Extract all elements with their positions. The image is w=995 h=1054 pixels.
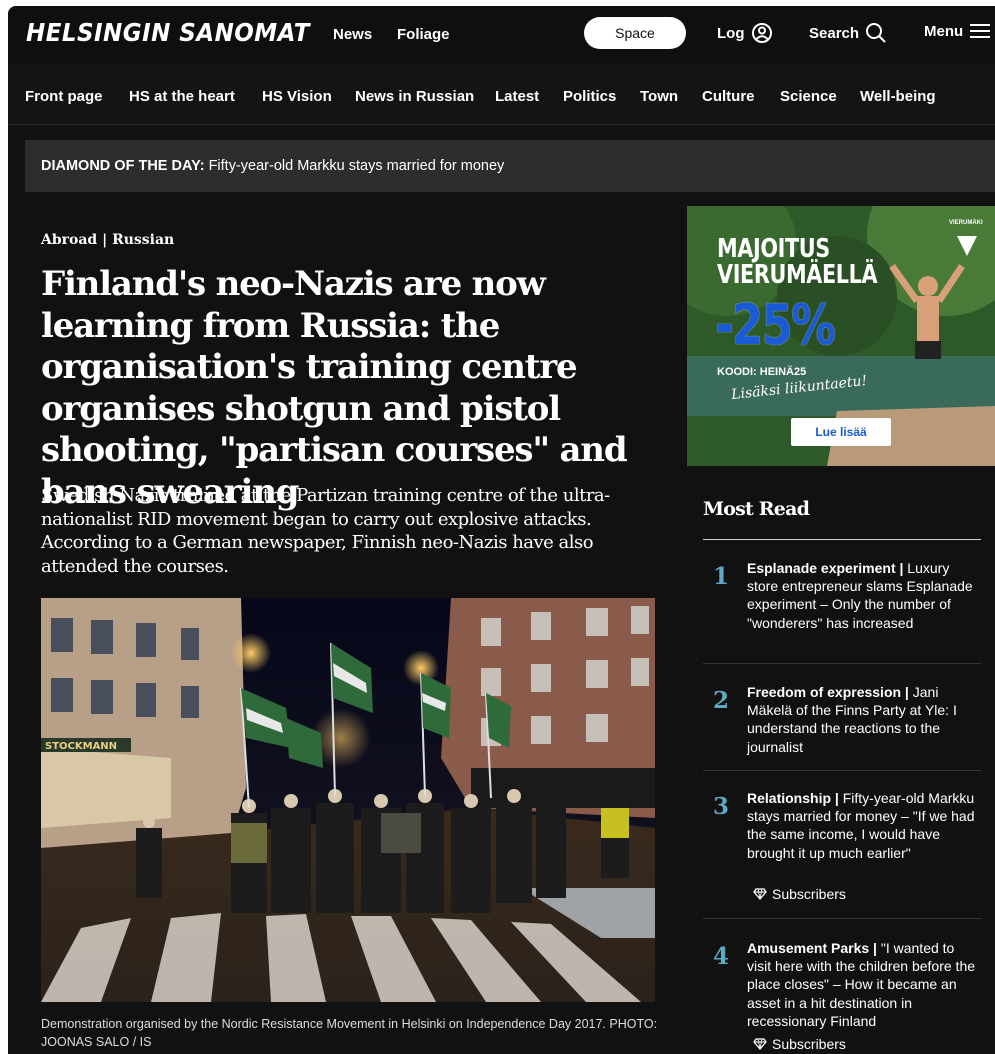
diamond-label: DIAMOND OF THE DAY:: [41, 158, 205, 174]
ad-title: MAJOITUS VIERUMÄELLÄ: [717, 234, 878, 290]
most-read-category: Freedom of expression |: [747, 684, 909, 700]
diamond-of-the-day-bar[interactable]: DIAMOND OF THE DAY: Fifty-year-old Markk…: [25, 140, 995, 192]
subscribers-label: Subscribers: [772, 1036, 846, 1052]
menu-label: Menu: [924, 22, 964, 40]
search-button[interactable]: Search: [809, 22, 887, 44]
ad-title-line-2: VIERUMÄELLÄ: [717, 260, 878, 290]
section-nav: Front page HS at the heart HS Vision New…: [8, 64, 995, 125]
most-read-rank: 2: [713, 687, 730, 714]
subscribers-badge: Subscribers: [753, 886, 846, 902]
most-read-rank: 3: [713, 793, 730, 820]
section-news-in-russian[interactable]: News in Russian: [355, 88, 474, 105]
ad-brand: VIERUMÄKI: [949, 220, 983, 226]
photo-caption: Demonstration organised by the Nordic Re…: [41, 1017, 658, 1049]
ad-code: KOODI: HEINÄ25: [717, 366, 807, 378]
most-read-category: Amusement Parks |: [747, 940, 877, 956]
hamburger-icon: [970, 24, 991, 38]
most-read-separator: [703, 918, 981, 919]
most-read-text: Freedom of expression | Jani Mäkelä of t…: [747, 683, 979, 756]
top-header: HELSINGIN SANOMAT News Foliage Space Log…: [8, 6, 995, 64]
search-label: Search: [809, 24, 860, 42]
most-read-rank: 1: [713, 563, 730, 590]
svg-text:STOCKMANN: STOCKMANN: [45, 741, 117, 752]
article-kicker[interactable]: Abroad | Russian: [41, 232, 174, 248]
most-read-separator: [703, 770, 981, 771]
most-read-category: Relationship |: [747, 790, 839, 806]
page-frame: HELSINGIN SANOMAT News Foliage Space Log…: [8, 6, 995, 1054]
search-icon: [866, 23, 886, 43]
diamond-icon: [753, 888, 767, 900]
menu-button[interactable]: Menu: [924, 22, 991, 40]
most-read-title: Most Read: [703, 498, 810, 520]
section-hs-at-the-heart[interactable]: HS at the heart: [129, 88, 235, 105]
most-read-text: Relationship | Fifty-year-old Markku sta…: [747, 789, 979, 862]
diamond-icon: [753, 1038, 767, 1050]
most-read-text: Esplanade experiment | Luxury store entr…: [747, 559, 979, 632]
article-headline: Finland's neo-Nazis are now learning fro…: [41, 264, 628, 512]
section-hs-vision[interactable]: HS Vision: [262, 88, 332, 105]
space-button[interactable]: Space: [584, 17, 686, 49]
most-read-separator: [703, 663, 981, 664]
section-town[interactable]: Town: [640, 88, 678, 105]
subscribers-badge: Subscribers: [753, 1036, 846, 1052]
most-read-category: Esplanade experiment |: [747, 560, 904, 576]
section-science[interactable]: Science: [780, 88, 837, 105]
section-latest[interactable]: Latest: [495, 88, 539, 105]
section-well-being[interactable]: Well-being: [860, 88, 936, 105]
diamond-text: Fifty-year-old Markku stays married for …: [208, 158, 505, 174]
nav-link-foliage[interactable]: Foliage: [397, 26, 450, 43]
most-read-text: Amusement Parks | "I wanted to visit her…: [747, 939, 979, 1030]
user-icon: [751, 23, 772, 43]
ad-discount: -25%: [715, 293, 836, 358]
site-logo[interactable]: HELSINGIN SANOMAT: [26, 18, 310, 47]
section-politics[interactable]: Politics: [563, 88, 616, 105]
demonstration-photo-illustration: STOCKMANN: [41, 598, 655, 1002]
advertisement-banner[interactable]: VIERUMÄKI MAJOITUS VIERUMÄELLÄ -25% KOOD…: [687, 206, 995, 466]
nav-link-news[interactable]: News: [333, 26, 372, 43]
ad-read-more-button[interactable]: Lue lisää: [791, 418, 891, 446]
subscribers-label: Subscribers: [772, 886, 846, 902]
section-culture[interactable]: Culture: [702, 88, 755, 105]
login-button[interactable]: Log: [717, 22, 773, 44]
section-front-page[interactable]: Front page: [25, 88, 103, 105]
article-lead: Swedish Nazis trained at the Partizan tr…: [41, 485, 610, 577]
most-read-rank: 4: [713, 943, 730, 970]
most-read-divider: [703, 539, 981, 540]
login-label: Log: [717, 24, 745, 42]
ad-title-line-1: MAJOITUS: [717, 234, 830, 264]
article-photo: STOCKMANN: [41, 598, 655, 1002]
